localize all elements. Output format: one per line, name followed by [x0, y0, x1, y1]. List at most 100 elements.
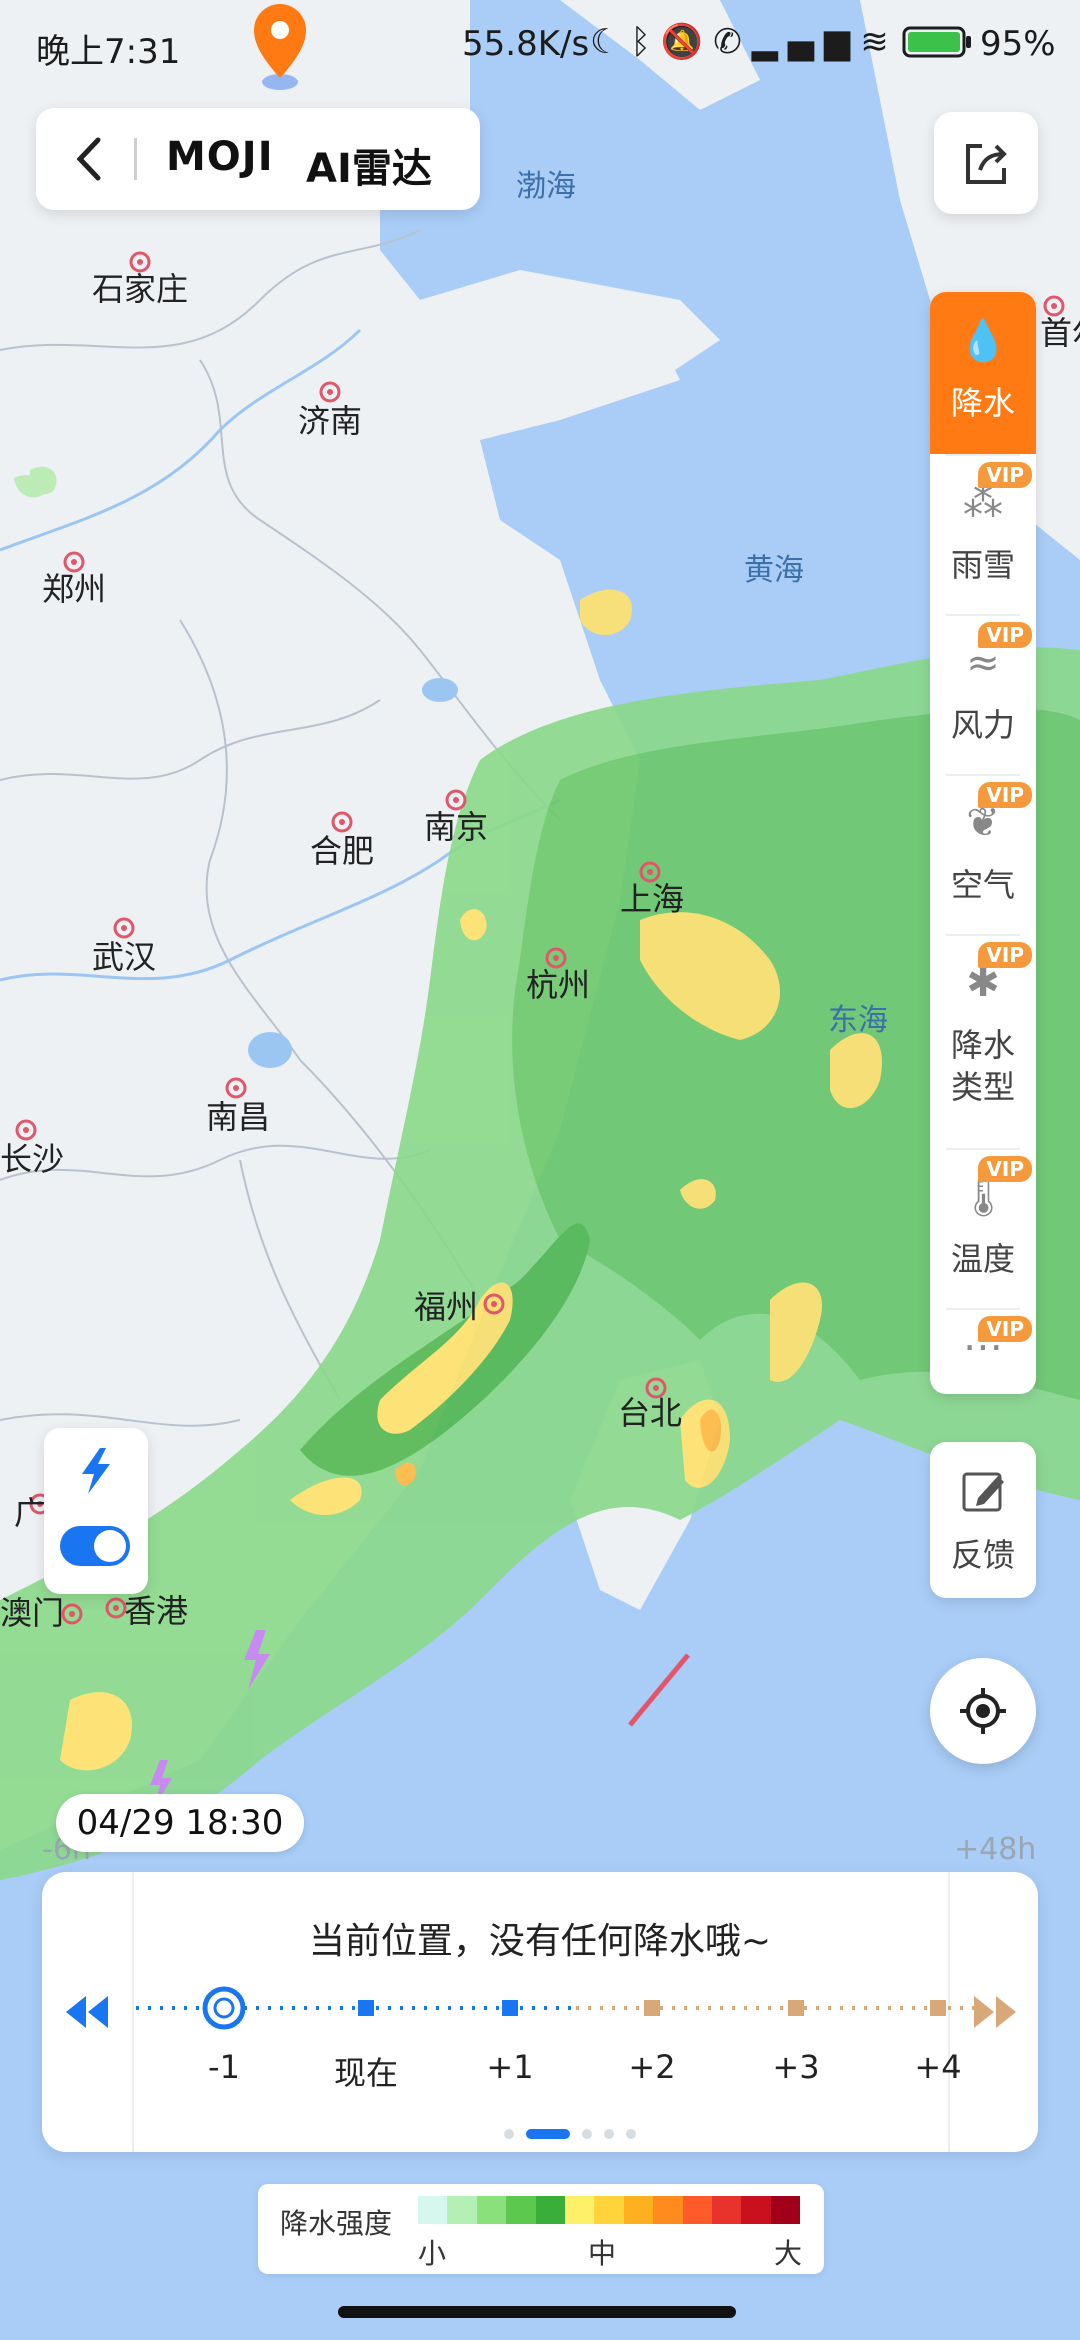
- legend-swatch: [594, 2196, 624, 2224]
- layer-label: 降水: [950, 384, 1015, 422]
- lightning-panel: [44, 1428, 148, 1594]
- locate-icon: [960, 1688, 1006, 1734]
- legend-low: 小: [418, 2237, 447, 2270]
- battery-icon: [902, 26, 971, 58]
- lightning-icon: [82, 1448, 110, 1494]
- layer-label: 降水 类型: [950, 1026, 1015, 1106]
- bluetooth-icon: ᛒ: [630, 22, 661, 62]
- city-label: 杭州: [526, 966, 590, 1004]
- city-label: 石家庄: [92, 270, 188, 308]
- city-label: 福州: [414, 1288, 478, 1326]
- legend-swatch: [447, 2196, 477, 2224]
- intensity-legend: 降水强度 小 中 大: [258, 2184, 824, 2274]
- layer-divider: [946, 614, 1020, 616]
- vip-badge: VIP: [978, 782, 1032, 808]
- timeline-tick-label: +1: [486, 2048, 534, 2086]
- mute-icon: 🔕: [660, 22, 714, 62]
- lightning-toggle[interactable]: [60, 1526, 130, 1566]
- legend-swatch: [711, 2196, 742, 2224]
- vip-badge: VIP: [978, 622, 1032, 648]
- lake: [248, 1032, 292, 1068]
- chevron-left-icon[interactable]: [66, 134, 116, 184]
- timeline-tick-label: -1: [208, 2048, 240, 2086]
- legend-color-bar: [418, 2196, 801, 2224]
- layer-label: 雨雪: [950, 546, 1015, 584]
- timeline-card: 当前位置，没有任何降水哦~ -1 现在 +1 +2 +3 +4: [42, 1872, 1038, 2152]
- sea-label: 黄海: [744, 553, 804, 588]
- rewind-icon[interactable]: [64, 1992, 110, 2032]
- timeline-tick[interactable]: [644, 2000, 660, 2016]
- city-label: 合肥: [310, 832, 374, 870]
- battery-percent: 95%: [980, 24, 1056, 64]
- vip-badge: VIP: [978, 462, 1032, 488]
- precip-message: 当前位置，没有任何降水哦~: [308, 1921, 772, 1962]
- city-label: 郑州: [42, 570, 106, 608]
- locate-button[interactable]: [930, 1658, 1036, 1764]
- legend-swatch: [741, 2196, 771, 2224]
- city-label: 南京: [424, 808, 488, 846]
- city-label: 南昌: [206, 1098, 270, 1136]
- layer-divider: [946, 774, 1020, 776]
- moon-icon: ☾: [590, 22, 631, 62]
- network-speed: 55.8K/s: [462, 24, 590, 64]
- legend-high: 大: [774, 2237, 803, 2270]
- legend-swatch: [418, 2196, 448, 2224]
- feedback-button[interactable]: 反馈: [930, 1442, 1036, 1598]
- timeline-tick-label: +3: [772, 2048, 820, 2086]
- page-dot: [582, 2129, 592, 2139]
- timeline-tick-label: 现在: [333, 2054, 398, 2092]
- sea-label: 渤海: [516, 169, 576, 204]
- legend-swatch: [770, 2196, 801, 2224]
- city-label: 香港: [124, 1592, 188, 1630]
- layer-item[interactable]: 🌡 温度 VIP: [930, 1148, 1036, 1308]
- layer-item[interactable]: 💧 降水: [930, 292, 1036, 454]
- current-time-chip: 04/29 18:30: [56, 1794, 304, 1852]
- timeline-tick-label: +4: [914, 2048, 962, 2086]
- timeline-scrubber[interactable]: -1 现在 +1 +2 +3 +4: [136, 1978, 982, 2092]
- city-label: 广: [14, 1494, 46, 1532]
- status-time: 晚上7:31: [36, 32, 181, 72]
- vip-badge: VIP: [978, 1316, 1032, 1342]
- legend-swatch: [564, 2196, 595, 2224]
- layer-item[interactable]: ≈ 风力 VIP: [930, 614, 1036, 774]
- city-label: 上海: [620, 880, 684, 918]
- layer-item[interactable]: ✱ 降水 类型 VIP: [930, 934, 1036, 1148]
- signal-icon: ▂▄▆: [751, 22, 861, 62]
- legend-swatch: [476, 2196, 507, 2224]
- city-label: 澳门: [0, 1594, 64, 1632]
- rain-drops-icon: 💧: [958, 318, 1008, 364]
- page-dot: [604, 2129, 614, 2139]
- legend-mid: 中: [588, 2237, 617, 2270]
- timeline-tick[interactable]: [930, 2000, 946, 2016]
- page-dot: [504, 2129, 514, 2139]
- page-indicator: [498, 2124, 642, 2143]
- share-button[interactable]: [934, 112, 1038, 214]
- toggle-knob: [94, 1530, 126, 1562]
- page-dot: [626, 2129, 636, 2139]
- lake: [422, 678, 458, 702]
- city-label: 首尔: [1040, 314, 1080, 352]
- legend-swatch: [682, 2196, 712, 2224]
- layer-item[interactable]: ⋯ VIP: [930, 1308, 1036, 1394]
- vip-badge: VIP: [978, 942, 1032, 968]
- status-bar: 晚上7:31 55.8K/s ☾ᛒ🔕✆▂▄▆≋ 95%: [0, 0, 1080, 90]
- city-label: 长沙: [0, 1140, 64, 1178]
- city-label: 武汉: [92, 938, 156, 976]
- layer-item[interactable]: ⁂ 雨雪 VIP: [930, 454, 1036, 614]
- edit-icon: [962, 1472, 1004, 1512]
- timeline-tick[interactable]: [788, 2000, 804, 2016]
- timeline-handle-core: [213, 1997, 235, 2019]
- layer-item[interactable]: ❦ 空气 VIP: [930, 774, 1036, 934]
- layer-panel: 💧 降水 ⁂ 雨雪 VIP ≈ 风力 VIP ❦ 空气 VIP ✱ 降水 类型 VIP 🌡 温度 VIP ⋯ VIP: [930, 292, 1036, 1394]
- layer-label: 温度: [950, 1240, 1015, 1278]
- legend-swatch: [623, 2196, 654, 2224]
- layer-divider: [946, 934, 1020, 936]
- layer-divider: [946, 1308, 1020, 1310]
- page-dot: [526, 2129, 570, 2139]
- legend-title: 降水强度: [280, 2207, 393, 2240]
- share-icon: [966, 144, 1007, 184]
- header-divider: [134, 138, 137, 180]
- legend-swatch: [653, 2196, 683, 2224]
- timeline-tick[interactable]: [502, 2000, 518, 2016]
- timeline-tick[interactable]: [358, 2000, 374, 2016]
